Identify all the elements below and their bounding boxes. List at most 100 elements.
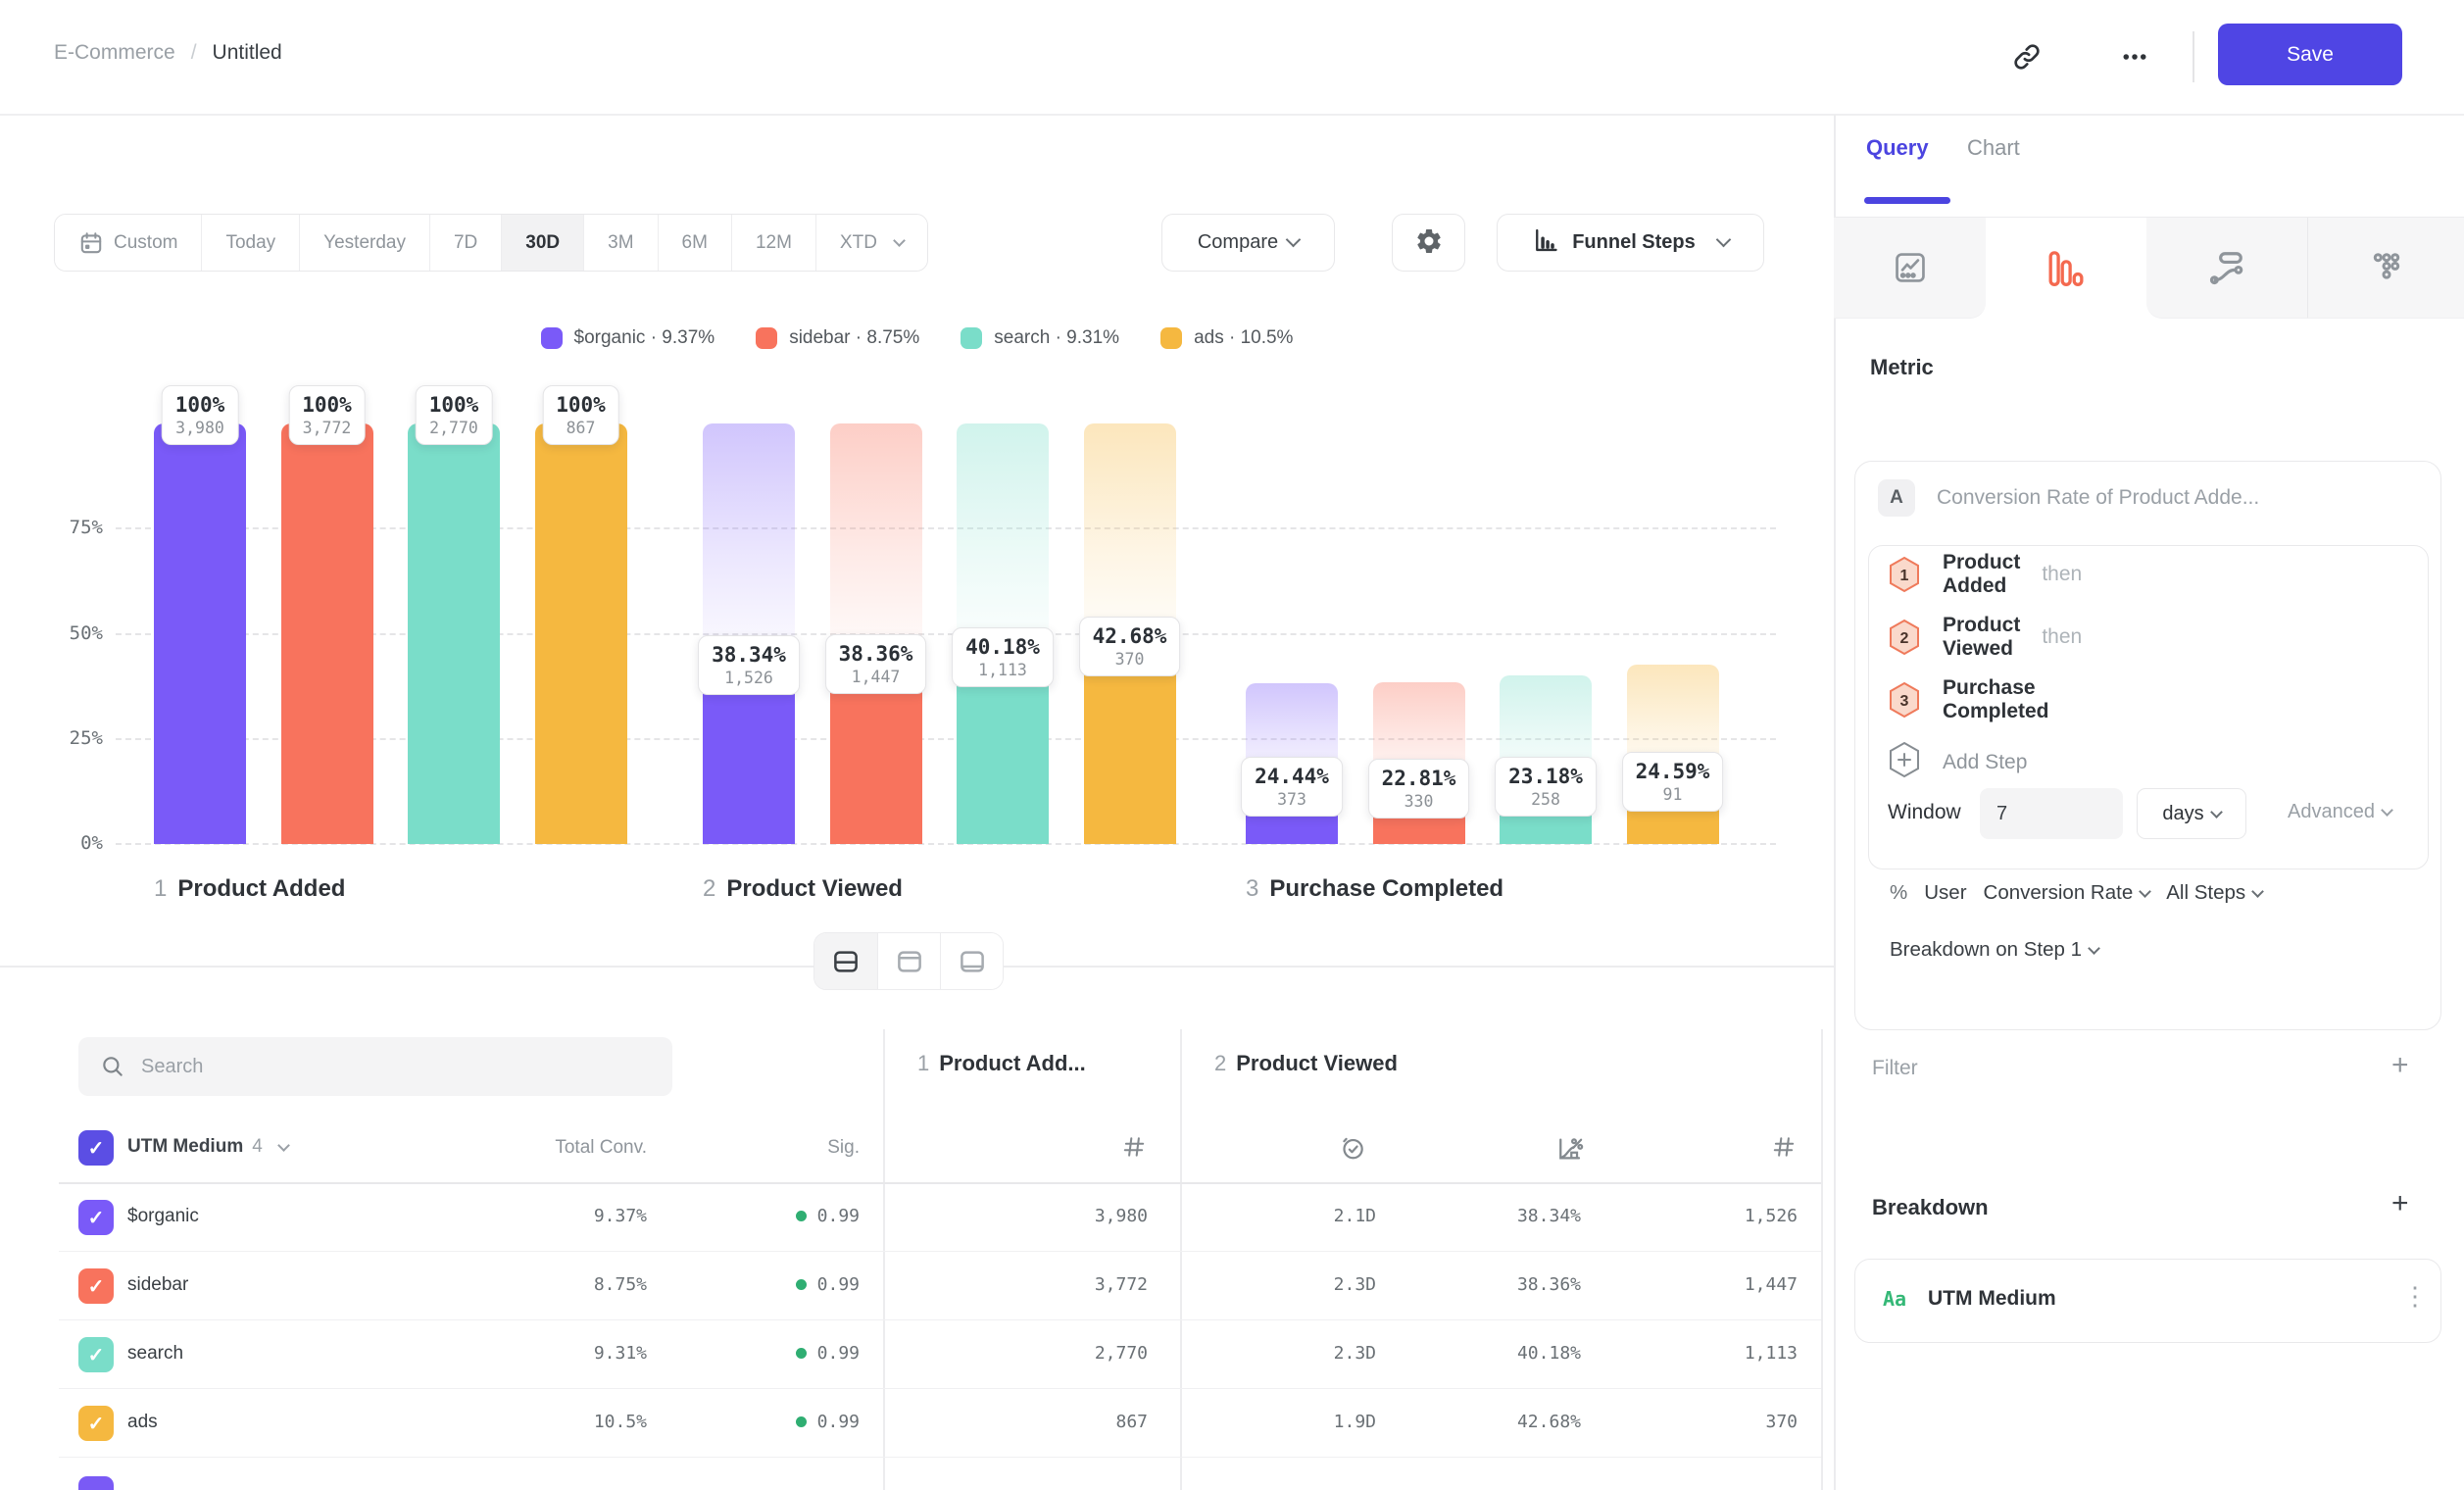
partial-row-checkbox [78, 1476, 114, 1490]
column-header-time-to-convert[interactable] [1339, 1134, 1366, 1162]
row-label: ads [127, 1412, 158, 1433]
chart-kind-tab-line-chart[interactable] [1834, 218, 1986, 319]
advanced-dropdown[interactable]: Advanced [2288, 801, 2391, 823]
step-name: Product Viewed [1236, 1051, 1398, 1076]
breakdown-on-dropdown[interactable]: Breakdown on Step 1 [1890, 938, 2098, 962]
query-step-3[interactable]: 3Purchase Completed [1888, 676, 2049, 723]
chevron-down-icon [2381, 804, 2393, 817]
sig-value: 0.99 [817, 1343, 860, 1364]
measure-scope-dropdown[interactable]: All Steps [2166, 881, 2262, 905]
bar-conversion-pct: 23.18% [1508, 765, 1583, 788]
measure-entity[interactable]: User [1924, 881, 1966, 905]
funnel-bars-icon [2047, 250, 2085, 287]
bar-value-label: 100%2,770 [416, 385, 493, 445]
sig-dot [796, 1348, 807, 1359]
chart-step-label-3: 3Purchase Completed [1246, 875, 1503, 903]
row-checkbox[interactable]: ✓ [78, 1406, 114, 1441]
tab-chart[interactable]: Chart [1967, 135, 2020, 161]
count-icon [1121, 1134, 1147, 1160]
kebab-menu-icon[interactable]: ⋮ [2402, 1281, 2428, 1312]
row-label: $organic [127, 1206, 199, 1227]
chart-only-view-button[interactable] [877, 933, 940, 989]
cell-step1-count: 2,770 [932, 1343, 1148, 1364]
add-breakdown-button[interactable]: + [2391, 1189, 2409, 1218]
share-link-button[interactable] [2005, 37, 2048, 80]
group-by-count: 4 [252, 1136, 263, 1158]
funnel-bar-ads-step1[interactable] [535, 423, 627, 844]
filter-heading: Filter [1872, 1057, 1918, 1080]
cell-significance: 0.99 [644, 1412, 860, 1432]
y-tick-label: 25% [34, 727, 103, 749]
group-by-label: UTM Medium [127, 1136, 243, 1158]
more-menu-button[interactable] [2109, 37, 2160, 80]
group-by-dropdown[interactable]: UTM Medium 4 [127, 1136, 288, 1158]
more-icon [2120, 42, 2149, 76]
row-checkbox[interactable]: ✓ [78, 1337, 114, 1372]
tab-query[interactable]: Query [1866, 135, 1929, 161]
cell-conversion-rate: 38.34% [1365, 1206, 1581, 1226]
line-chart-icon [1892, 249, 1929, 286]
step-event-name: Purchase Completed [1943, 676, 2049, 723]
chart-kind-tab-flow[interactable] [2146, 218, 2308, 319]
step-name: Product Add... [939, 1051, 1086, 1076]
panel-divider [1834, 115, 1836, 1490]
query-step-1[interactable]: 1Product Addedthen [1888, 551, 2082, 598]
breakdown-table: Search1Product Add...2Product Viewed✓UTM… [0, 1019, 1834, 1490]
row-checkbox[interactable]: ✓ [78, 1200, 114, 1235]
funnel-bar-search-step1[interactable] [408, 423, 500, 844]
table-only-view-button[interactable] [940, 933, 1003, 989]
funnel-bar-sidebar-step1[interactable] [281, 423, 373, 844]
column-header-total-conv[interactable]: Total Conv. [431, 1137, 647, 1159]
svg-text:2: 2 [1900, 630, 1909, 647]
svg-text:1: 1 [1900, 568, 1909, 584]
cell-significance: 0.99 [644, 1206, 860, 1226]
breakdown-item[interactable]: Aa UTM Medium ⋮ [1854, 1259, 2441, 1343]
column-header-count[interactable] [1771, 1134, 1797, 1160]
chart-only-view-icon [895, 947, 924, 976]
add-step-button[interactable]: Add Step [1888, 741, 2027, 783]
window-unit-dropdown[interactable]: days [2137, 788, 2246, 839]
funnel-bar-search-step2[interactable] [957, 675, 1049, 844]
column-header-conversion-rate[interactable] [1554, 1134, 1584, 1164]
bar-value-label: 22.81% 330 [1368, 759, 1470, 819]
chevron-down-icon [2210, 806, 2223, 819]
funnel-bar-sidebar-step2[interactable] [830, 682, 922, 844]
funnel-bar-organic-step1[interactable] [154, 423, 246, 844]
chevron-down-icon [2139, 885, 2151, 898]
sig-dot [796, 1279, 807, 1290]
add-step-hexagon-icon [1888, 741, 1921, 783]
table-step-group-title-1: 1Product Add... [917, 1051, 1086, 1076]
column-header-count[interactable] [1121, 1134, 1147, 1160]
table-row-organic[interactable]: ✓$organic9.37%0.993,9802.1D38.34%1,526 [0, 1183, 1834, 1252]
add-filter-button[interactable]: + [2391, 1051, 2409, 1080]
step-number: 3 [1246, 875, 1258, 903]
y-tick-label: 0% [34, 832, 103, 854]
bar-count: 2,770 [429, 419, 479, 437]
table-row-sidebar[interactable]: ✓sidebar8.75%0.993,7722.3D38.36%1,447 [0, 1252, 1834, 1320]
bar-count: 330 [1382, 792, 1456, 811]
select-all-checkbox[interactable]: ✓ [78, 1130, 114, 1166]
chart-kind-tab-funnel-bars[interactable] [1986, 218, 2146, 319]
table-row-search[interactable]: ✓search9.31%0.992,7702.3D40.18%1,113 [0, 1320, 1834, 1389]
metric-name-row[interactable]: A Conversion Rate of Product Adde... [1878, 479, 2259, 517]
query-step-2[interactable]: 2Product Viewedthen [1888, 614, 2082, 661]
measure-metric-dropdown[interactable]: Conversion Rate [1984, 881, 2150, 905]
window-input[interactable]: 7 [1980, 788, 2123, 839]
bar-conversion-pct: 38.36% [839, 642, 913, 666]
save-button[interactable]: Save [2218, 24, 2402, 85]
funnel-bar-organic-step2[interactable] [703, 683, 795, 844]
search-input[interactable]: Search [78, 1037, 672, 1096]
bar-conversion-pct: 22.81% [1382, 767, 1456, 790]
split-view-button[interactable] [814, 933, 877, 989]
row-checkbox[interactable]: ✓ [78, 1268, 114, 1304]
chevron-down-icon [277, 1139, 290, 1152]
bar-count: 370 [1093, 650, 1167, 669]
chart-kind-tab-cohort-grid[interactable] [2308, 218, 2464, 319]
cell-total-conv: 9.31% [431, 1343, 647, 1364]
metric-heading: Metric [1870, 355, 1934, 380]
bar-conversion-pct: 100% [175, 393, 225, 417]
column-header-sig[interactable]: Sig. [644, 1137, 860, 1159]
step-event-name: Product Viewed [1943, 614, 2020, 661]
table-row-ads[interactable]: ✓ads10.5%0.998671.9D42.68%370 [0, 1389, 1834, 1458]
funnel-bar-ads-step2[interactable] [1084, 665, 1176, 844]
